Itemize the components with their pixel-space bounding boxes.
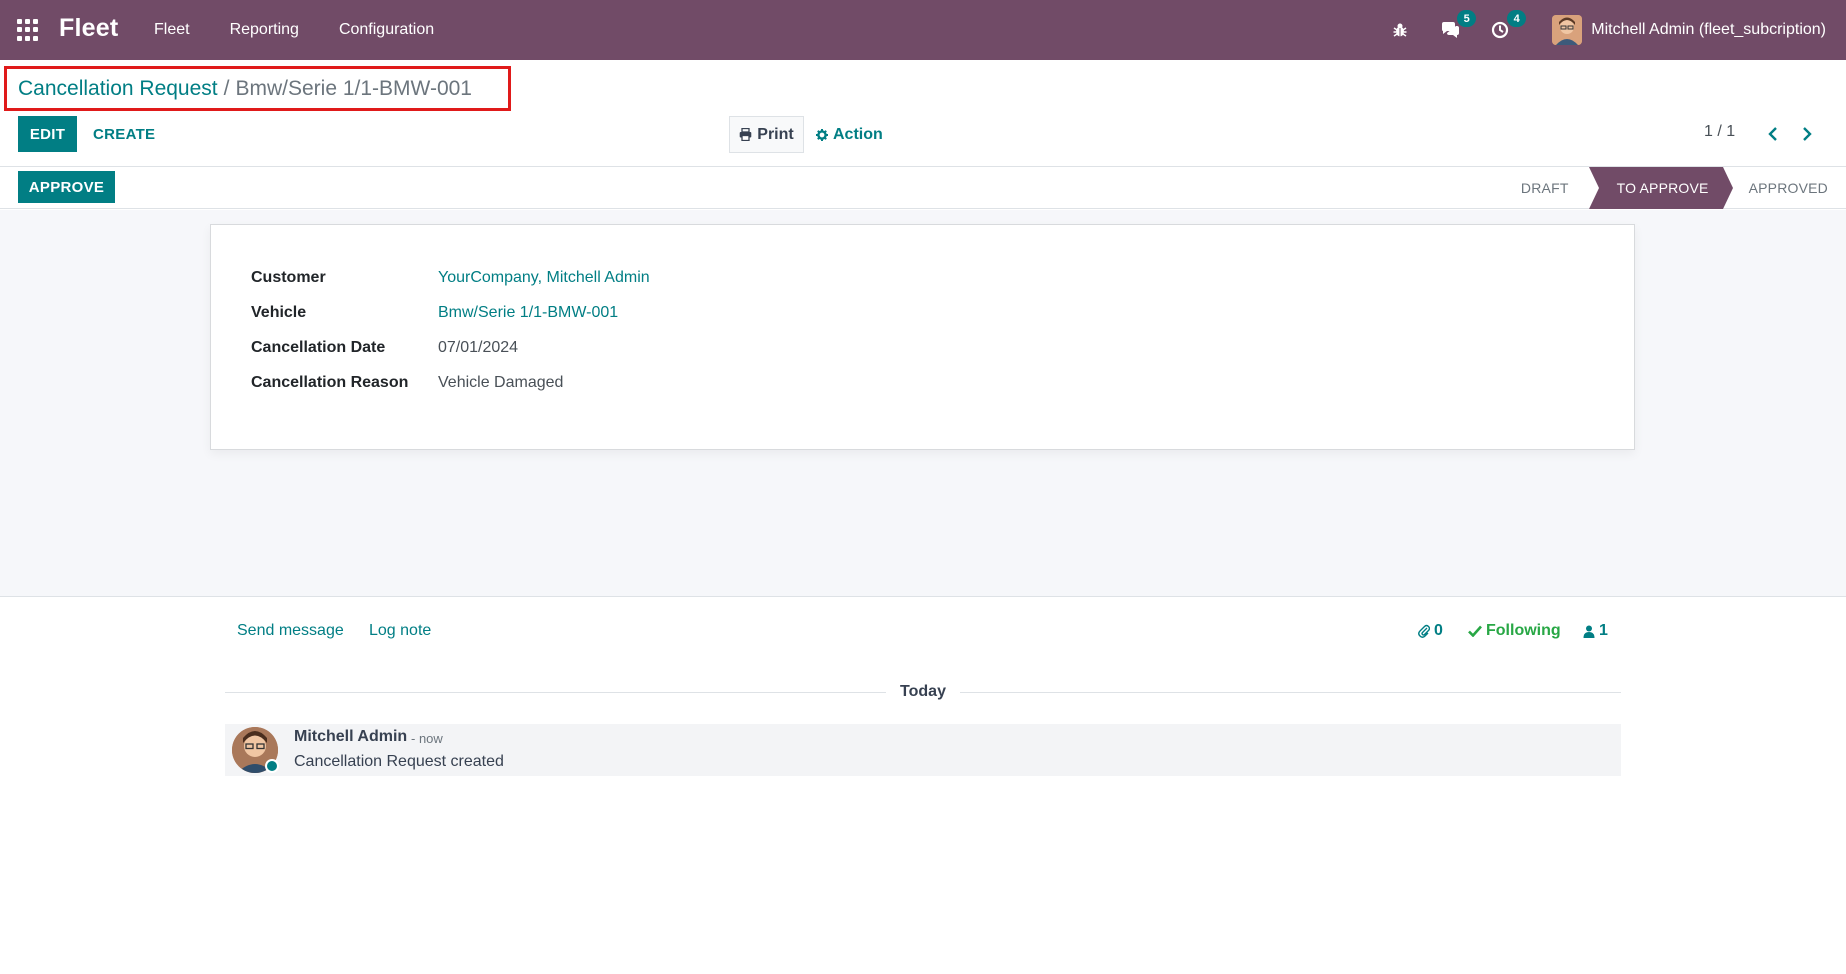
create-button[interactable]: CREATE <box>93 116 155 152</box>
separator-line <box>225 691 887 693</box>
apps-menu-icon[interactable] <box>17 19 39 41</box>
approve-button[interactable]: APPROVE <box>18 171 115 203</box>
attachments-count: 0 <box>1434 622 1443 639</box>
breadcrumb: Cancellation Request / Bmw/Serie 1/1-BMW… <box>4 66 511 111</box>
stage-pipeline: DRAFT TO APPROVE APPROVED <box>1501 167 1846 209</box>
action-button[interactable]: Action <box>816 116 883 153</box>
message-time: - now <box>411 731 443 746</box>
following-label: Following <box>1486 622 1561 639</box>
followers-button[interactable]: 1 <box>1583 622 1608 640</box>
pager-value[interactable]: 1 / 1 <box>1704 123 1735 141</box>
systray: 5 4 Mitchell Admin (fleet_subcription) <box>1386 0 1846 60</box>
pager-previous-icon[interactable] <box>1764 124 1782 144</box>
cancellation-reason-value: Vehicle Damaged <box>438 374 564 391</box>
form-sheet: Customer YourCompany, Mitchell Admin Veh… <box>210 224 1635 450</box>
field-cancellation-date: Cancellation Date 07/01/2024 <box>251 339 518 357</box>
statusbar: APPROVE DRAFT TO APPROVE APPROVED <box>0 167 1846 209</box>
date-separator-label: Today <box>900 683 946 700</box>
date-separator: Today <box>225 682 1621 702</box>
user-menu[interactable]: Mitchell Admin (fleet_subcription) <box>1552 15 1826 45</box>
messages-icon[interactable]: 5 <box>1436 10 1477 44</box>
activities-count-badge: 4 <box>1507 10 1527 27</box>
cancellation-date-value: 07/01/2024 <box>438 339 519 356</box>
menu-item-reporting[interactable]: Reporting <box>230 21 299 39</box>
following-button[interactable]: Following <box>1468 622 1561 640</box>
user-avatar <box>1552 15 1583 45</box>
check-icon <box>1468 625 1482 637</box>
field-label: Vehicle <box>251 304 307 321</box>
pager-next-icon[interactable] <box>1798 124 1816 144</box>
followers-count: 1 <box>1599 622 1608 639</box>
field-vehicle: Vehicle Bmw/Serie 1/1-BMW-001 <box>251 304 618 322</box>
top-navbar: Fleet Fleet Reporting Configuration 5 4 … <box>0 0 1846 60</box>
edit-button[interactable]: EDIT <box>18 116 77 152</box>
online-status-dot <box>265 759 279 773</box>
chatter-message: Mitchell Admin - now Cancellation Reques… <box>225 724 1621 776</box>
send-message-button[interactable]: Send message <box>237 622 344 640</box>
breadcrumb-separator: / <box>223 76 230 100</box>
breadcrumb-current: Bmw/Serie 1/1-BMW-001 <box>235 76 472 100</box>
action-label: Action <box>833 125 883 143</box>
message-author[interactable]: Mitchell Admin <box>294 728 407 746</box>
chatter-topbar: Send message Log note 0 Following 1 <box>225 622 1621 646</box>
messages-count-badge: 5 <box>1457 10 1477 27</box>
separator-line <box>959 691 1621 693</box>
attachments-button[interactable]: 0 <box>1418 622 1443 640</box>
log-note-button[interactable]: Log note <box>369 622 431 640</box>
app-brand[interactable]: Fleet <box>59 14 118 43</box>
vehicle-link[interactable]: Bmw/Serie 1/1-BMW-001 <box>438 304 618 322</box>
stage-to-approve[interactable]: TO APPROVE <box>1588 167 1733 209</box>
menu-item-fleet[interactable]: Fleet <box>154 21 190 39</box>
activities-clock-icon[interactable]: 4 <box>1486 10 1527 44</box>
field-cancellation-reason: Cancellation Reason Vehicle Damaged <box>251 374 563 392</box>
field-label: Cancellation Date <box>251 339 386 356</box>
stage-approved[interactable]: APPROVED <box>1723 167 1846 209</box>
customer-link[interactable]: YourCompany, Mitchell Admin <box>438 269 650 287</box>
stage-draft[interactable]: DRAFT <box>1501 167 1589 209</box>
message-body: Cancellation Request created <box>294 753 504 770</box>
print-icon <box>739 128 752 141</box>
user-icon <box>1583 625 1595 638</box>
print-label: Print <box>757 125 794 143</box>
field-label: Cancellation Reason <box>251 374 409 391</box>
menu-item-configuration[interactable]: Configuration <box>339 21 434 39</box>
debug-bug-icon[interactable] <box>1386 16 1414 44</box>
field-label: Customer <box>251 269 326 286</box>
breadcrumb-parent-link[interactable]: Cancellation Request <box>18 77 218 101</box>
print-button[interactable]: Print <box>729 116 804 153</box>
user-name: Mitchell Admin (fleet_subcription) <box>1591 21 1826 38</box>
field-customer: Customer YourCompany, Mitchell Admin <box>251 269 650 287</box>
paperclip-icon <box>1418 624 1430 638</box>
main-menu: Fleet Reporting Configuration <box>154 21 474 39</box>
gear-icon <box>816 128 828 141</box>
